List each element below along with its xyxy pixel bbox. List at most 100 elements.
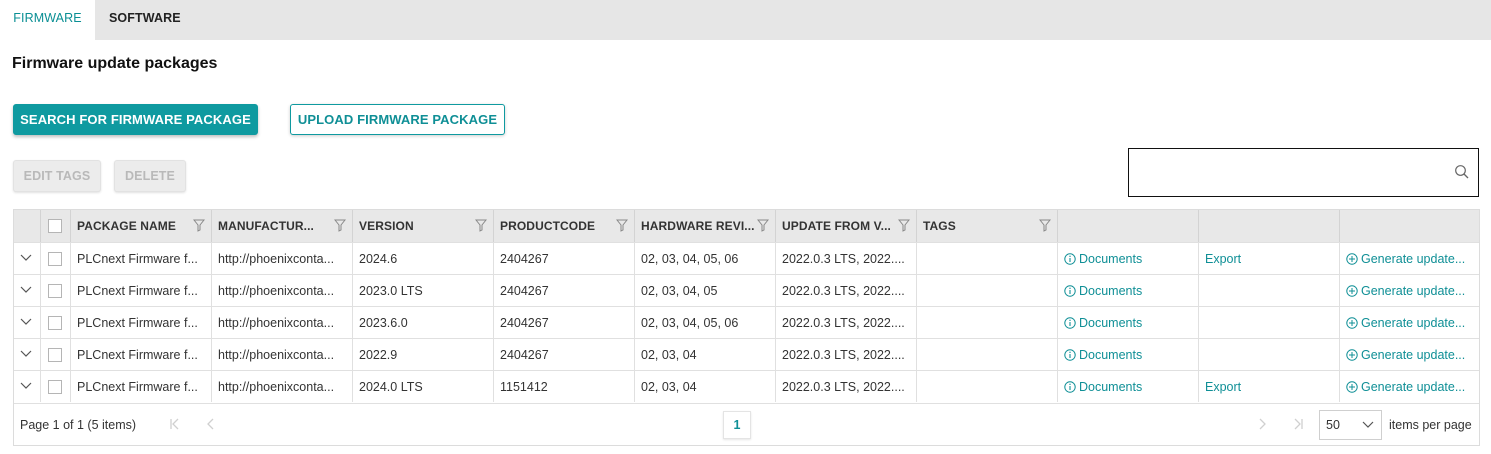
chevron-down-icon[interactable]	[19, 251, 33, 265]
documents-label: Documents	[1079, 380, 1143, 394]
cell-hw_rev: 02, 03, 04	[635, 339, 776, 370]
first-page-icon	[170, 418, 179, 430]
column-header-label: PACKAGE NAME	[77, 219, 176, 233]
documents-cell: Documents	[1058, 307, 1199, 338]
cell-update_from: 2022.0.3 LTS, 2022....	[776, 275, 917, 306]
cell-productcode: 2404267	[494, 307, 635, 338]
cell-manufacturer: http://phoenixconta...	[212, 371, 353, 402]
generate-update-link[interactable]: Generate update...	[1346, 380, 1465, 394]
column-header-version[interactable]: VERSION	[353, 210, 494, 242]
cell-name: PLCnext Firmware f...	[71, 339, 212, 370]
filter-icon[interactable]	[898, 219, 910, 232]
items-per-page-select[interactable]: 50	[1319, 410, 1382, 440]
table-row[interactable]: PLCnext Firmware f... http://phoenixconta…	[14, 338, 1479, 370]
documents-link[interactable]: Documents	[1064, 316, 1142, 330]
export-cell	[1199, 339, 1340, 370]
firmware-packages-grid: PACKAGE NAME MANUFACTUR... VERSION PRODU…	[13, 209, 1480, 446]
row-checkbox[interactable]	[48, 252, 62, 266]
filter-icon[interactable]	[475, 219, 487, 232]
cell-name: PLCnext Firmware f...	[71, 243, 212, 274]
column-header-hardware-revision[interactable]: HARDWARE REVI...	[635, 210, 776, 242]
table-row[interactable]: PLCnext Firmware f... http://phoenixconta…	[14, 370, 1479, 402]
cell-manufacturer: http://phoenixconta...	[212, 275, 353, 306]
pager: Page 1 of 1 (5 items) 1 50 items per pag…	[14, 403, 1479, 445]
cell-version: 2023.6.0	[353, 307, 494, 338]
chevron-down-icon[interactable]	[19, 347, 33, 361]
column-header-package-name[interactable]: PACKAGE NAME	[71, 210, 212, 242]
row-checkbox[interactable]	[48, 284, 62, 298]
tab-firmware[interactable]: FIRMWARE	[0, 0, 95, 40]
edit-tags-button[interactable]: EDIT TAGS	[13, 160, 101, 192]
documents-link[interactable]: Documents	[1064, 380, 1142, 394]
column-header-productcode[interactable]: PRODUCTCODE	[494, 210, 635, 242]
next-page-button[interactable]	[1249, 414, 1275, 440]
upload-firmware-package-button[interactable]: UPLOAD FIRMWARE PACKAGE	[290, 104, 505, 135]
page-1-button[interactable]: 1	[723, 411, 751, 439]
row-checkbox[interactable]	[48, 348, 62, 362]
first-page-button[interactable]	[162, 414, 188, 440]
generate-cell: Generate update...	[1340, 339, 1479, 370]
table-row[interactable]: PLCnext Firmware f... http://phoenixconta…	[14, 306, 1479, 338]
info-icon	[1064, 381, 1076, 393]
documents-link[interactable]: Documents	[1064, 252, 1142, 266]
plus-circle-icon	[1346, 317, 1358, 329]
filter-icon[interactable]	[334, 219, 346, 232]
generate-update-link[interactable]: Generate update...	[1346, 348, 1465, 362]
generate-update-link[interactable]: Generate update...	[1346, 252, 1465, 266]
column-header-update-from-version[interactable]: UPDATE FROM V...	[776, 210, 917, 242]
export-cell: Export	[1199, 243, 1340, 274]
row-checkbox[interactable]	[48, 380, 62, 394]
expand-cell	[14, 275, 41, 306]
filter-icon[interactable]	[1039, 219, 1051, 232]
cell-update_from: 2022.0.3 LTS, 2022....	[776, 339, 917, 370]
info-icon	[1064, 285, 1076, 297]
column-header-generate	[1340, 210, 1479, 242]
chevron-down-icon[interactable]	[19, 315, 33, 329]
chevron-down-icon	[1362, 421, 1374, 428]
generate-update-link[interactable]: Generate update...	[1346, 284, 1465, 298]
cell-tags	[917, 307, 1058, 338]
documents-link[interactable]: Documents	[1064, 348, 1142, 362]
table-row[interactable]: PLCnext Firmware f... http://phoenixconta…	[14, 242, 1479, 274]
last-page-button[interactable]	[1285, 414, 1311, 440]
generate-update-link[interactable]: Generate update...	[1346, 316, 1465, 330]
select-all-checkbox[interactable]	[48, 219, 62, 233]
export-link[interactable]: Export	[1205, 252, 1241, 266]
filter-icon[interactable]	[193, 219, 205, 232]
documents-link[interactable]: Documents	[1064, 284, 1142, 298]
documents-cell: Documents	[1058, 243, 1199, 274]
search-input[interactable]	[1135, 157, 1445, 187]
search-firmware-package-button[interactable]: SEARCH FOR FIRMWARE PACKAGE	[13, 104, 258, 135]
cell-hw_rev: 02, 03, 04	[635, 371, 776, 402]
chevron-left-icon	[207, 418, 214, 430]
cell-tags	[917, 243, 1058, 274]
table-row[interactable]: PLCnext Firmware f... http://phoenixconta…	[14, 274, 1479, 306]
chevron-down-icon[interactable]	[19, 379, 33, 393]
export-link[interactable]: Export	[1205, 380, 1241, 394]
expand-cell	[14, 243, 41, 274]
cell-update_from: 2022.0.3 LTS, 2022....	[776, 307, 917, 338]
expand-cell	[14, 339, 41, 370]
previous-page-button[interactable]	[198, 414, 224, 440]
chevron-down-icon[interactable]	[19, 283, 33, 297]
generate-update-label: Generate update...	[1361, 348, 1466, 362]
documents-cell: Documents	[1058, 275, 1199, 306]
column-header-manufacturer[interactable]: MANUFACTUR...	[212, 210, 353, 242]
cell-hw_rev: 02, 03, 04, 05	[635, 275, 776, 306]
grid-header-row: PACKAGE NAME MANUFACTUR... VERSION PRODU…	[14, 210, 1479, 242]
select-cell	[41, 307, 71, 338]
cell-productcode: 1151412	[494, 371, 635, 402]
row-checkbox[interactable]	[48, 316, 62, 330]
column-header-label: HARDWARE REVI...	[641, 219, 755, 233]
export-cell: Export	[1199, 371, 1340, 402]
cell-hw_rev: 02, 03, 04, 05, 06	[635, 243, 776, 274]
delete-button[interactable]: DELETE	[114, 160, 186, 192]
generate-update-label: Generate update...	[1361, 380, 1466, 394]
tab-software[interactable]: SOFTWARE	[95, 0, 195, 40]
column-header-tags[interactable]: TAGS	[917, 210, 1058, 242]
filter-icon[interactable]	[616, 219, 628, 232]
search-icon[interactable]	[1454, 164, 1470, 180]
cell-productcode: 2404267	[494, 339, 635, 370]
filter-icon[interactable]	[757, 219, 769, 232]
documents-cell: Documents	[1058, 339, 1199, 370]
